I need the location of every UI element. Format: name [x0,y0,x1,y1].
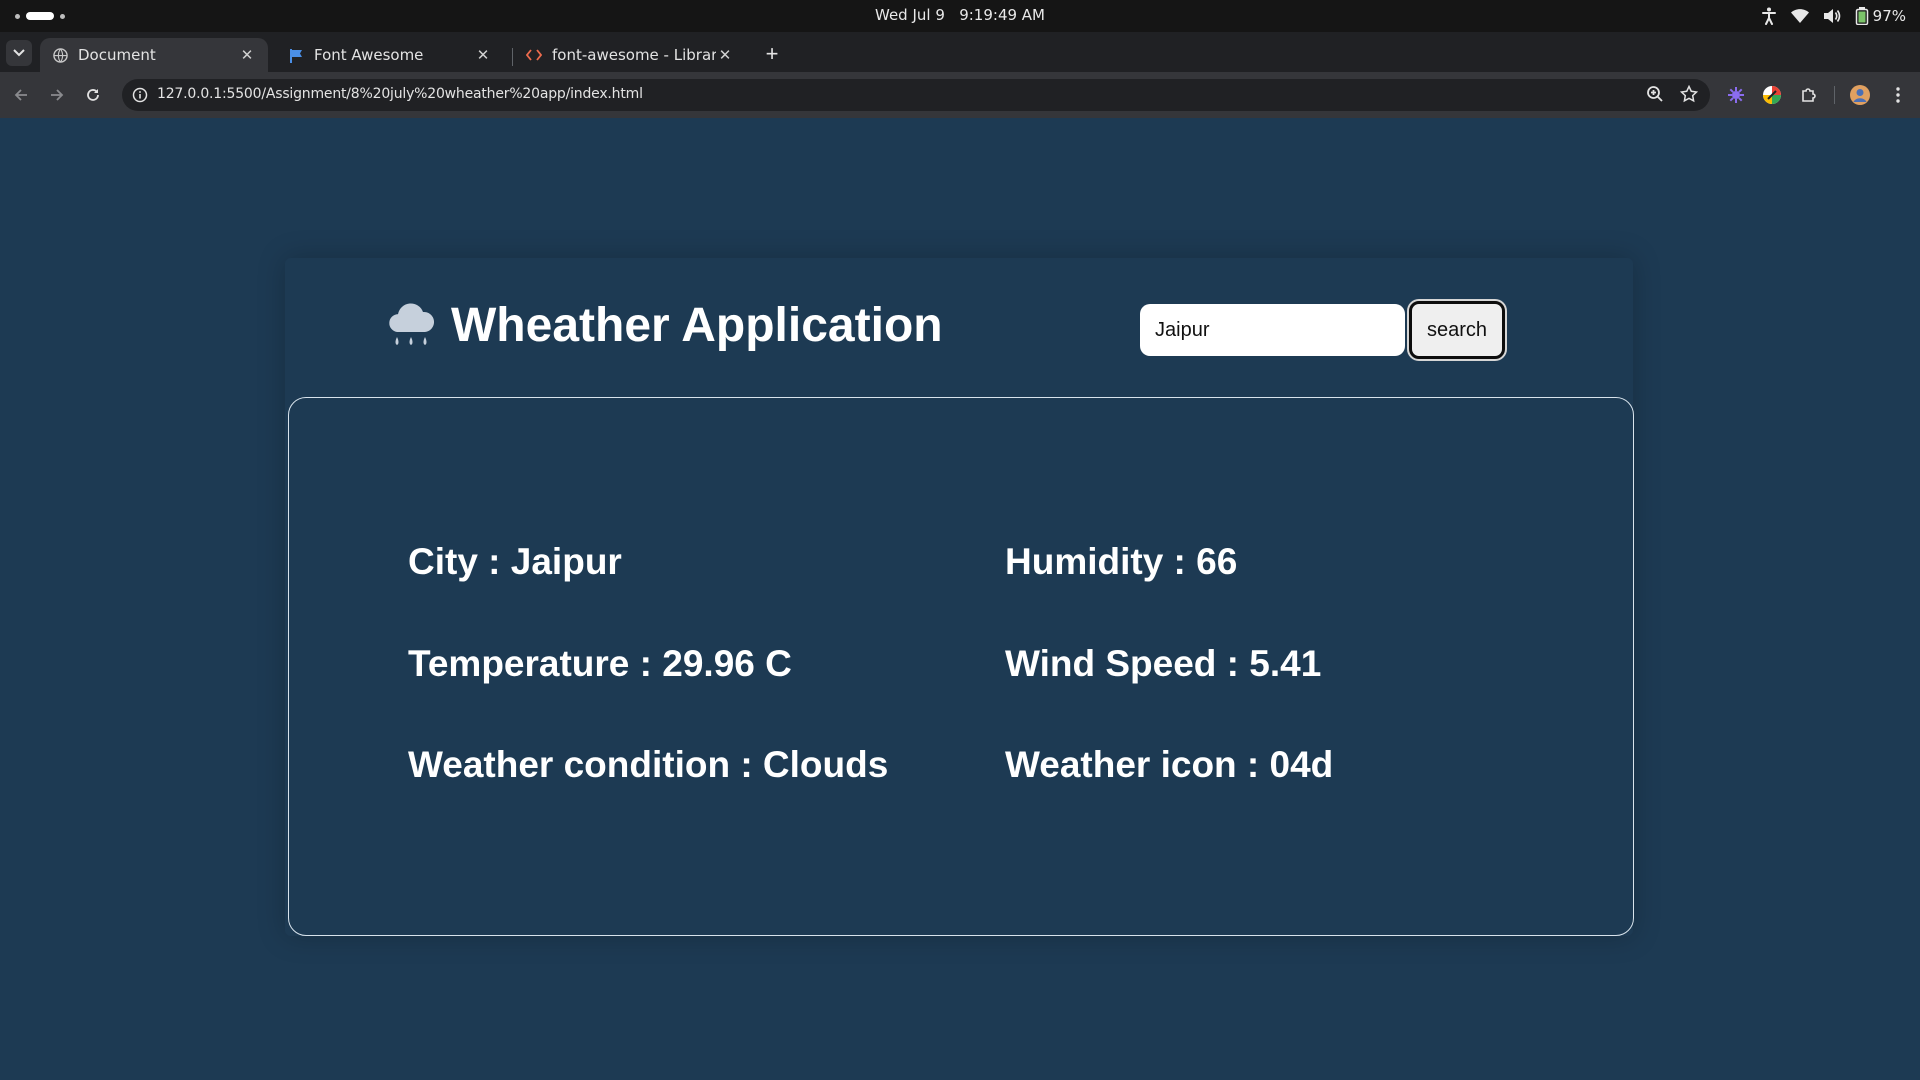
tab-font-awesome-libraries[interactable]: font-awesome - Libraries ✕ [514,38,746,72]
app-title: Wheather Application [451,299,943,352]
reload-button[interactable] [80,82,106,108]
tab-font-awesome[interactable]: Font Awesome ✕ [276,38,504,72]
cloud-showers-icon [389,302,435,345]
tab-divider [512,48,513,66]
clock-date: Wed Jul 9 [875,6,945,24]
extensions-puzzle-icon[interactable] [1796,82,1822,108]
wind-speed-info: Wind Speed : 5.41 [1005,643,1322,684]
toolbar-divider [1834,86,1835,104]
arrow-right-icon [51,89,64,101]
tab-document[interactable]: Document ✕ [40,38,268,72]
font-awesome-flag-icon [288,47,304,63]
weather-condition-info: Weather condition : Clouds [408,744,889,785]
chevron-down-icon [13,49,25,57]
battery-icon [1855,7,1868,25]
extension-color-icon[interactable] [1759,82,1785,108]
close-icon[interactable]: ✕ [238,46,256,64]
browser-toolbar: 127.0.0.1:5500/Assignment/8%20july%20whe… [0,72,1920,118]
url-text: 127.0.0.1:5500/Assignment/8%20july%20whe… [157,86,643,102]
app-header: Wheather Application [385,298,943,353]
city-info: City : Jaipur [408,541,622,582]
close-icon[interactable]: ✕ [474,46,492,64]
os-top-bar: Wed Jul 9 9:19:49 AM 97% [0,0,1920,32]
clock-time: 9:19:49 AM [959,6,1045,24]
temperature-info: Temperature : 29.96 C [408,643,792,684]
new-tab-button[interactable]: + [758,40,786,68]
accessibility-icon[interactable] [1761,7,1777,25]
battery-percent: 97% [1872,7,1906,25]
address-bar[interactable]: 127.0.0.1:5500/Assignment/8%20july%20whe… [122,79,1710,111]
close-icon[interactable]: ✕ [716,46,734,64]
code-brackets-icon [526,47,542,63]
arrow-left-icon [14,89,27,101]
tab-title: Document [78,46,156,64]
volume-icon[interactable] [1823,8,1841,24]
extension-purple-icon[interactable] [1723,82,1749,108]
back-button[interactable] [8,82,34,108]
browser-menu-button[interactable] [1885,82,1911,108]
city-search-input[interactable] [1140,304,1405,356]
tab-title: Font Awesome [314,46,424,64]
humidity-info: Humidity : 66 [1005,541,1238,582]
reload-icon [87,89,99,101]
profile-avatar-icon[interactable] [1847,82,1873,108]
system-clock[interactable]: Wed Jul 9 9:19:49 AM [0,6,1920,24]
forward-button[interactable] [44,82,70,108]
globe-icon [52,47,68,63]
tab-search-button[interactable] [6,40,32,66]
plus-icon: + [765,41,779,66]
battery-status[interactable]: 97% [1855,7,1906,25]
search-button[interactable]: search [1409,301,1505,359]
wifi-icon[interactable] [1790,9,1809,23]
kebab-menu-icon [1896,87,1900,103]
site-info-icon[interactable] [130,85,150,105]
browser-tab-strip: Document ✕ Font Awesome ✕ font-awesome -… [0,32,1920,72]
weather-icon-info: Weather icon : 04d [1005,744,1334,785]
tab-title: font-awesome - Libraries [552,46,716,64]
bookmark-star-icon[interactable] [1679,84,1699,108]
zoom-icon[interactable] [1646,85,1664,108]
